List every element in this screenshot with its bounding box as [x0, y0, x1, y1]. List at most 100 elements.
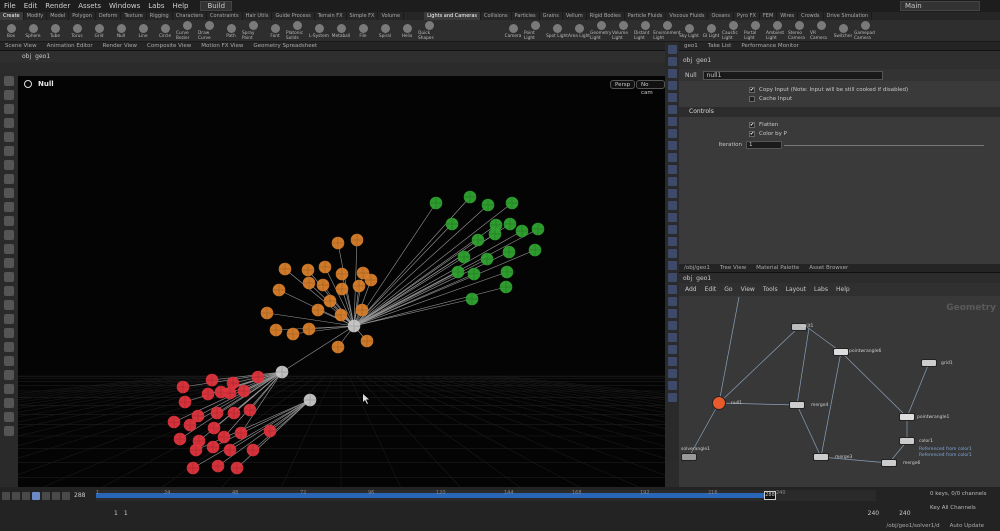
- shelf-tab[interactable]: Wires: [777, 12, 799, 20]
- shelf-tab[interactable]: Modify: [24, 12, 48, 20]
- shelf-tool-geometry-light[interactable]: Geometry Light: [590, 21, 612, 41]
- path-obj[interactable]: obj: [22, 53, 31, 60]
- cache-input-toggle[interactable]: Cache Input: [749, 94, 1000, 103]
- timeline-track[interactable]: 1 24 48 72 96 120 144 168 192 216 240 288: [96, 490, 876, 501]
- display-option-icon[interactable]: [667, 309, 677, 318]
- menu-render[interactable]: Render: [41, 2, 74, 10]
- shelf-tab[interactable]: FEM: [760, 12, 778, 20]
- node-pwrangle2[interactable]: [899, 413, 915, 421]
- controls-section[interactable]: Controls: [679, 107, 1000, 117]
- viewport-tool-icon[interactable]: [4, 258, 14, 268]
- display-option-icon[interactable]: [667, 369, 677, 378]
- viewport-tool-icon[interactable]: [4, 398, 14, 408]
- shelf-tool-tube[interactable]: Tube: [44, 23, 66, 39]
- tab-material-palette[interactable]: Material Palette: [751, 264, 804, 272]
- persp-menu[interactable]: Persp: [610, 80, 636, 89]
- shelf-tool-curve-bezier[interactable]: Curve Bezier: [176, 21, 198, 41]
- display-option-icon[interactable]: [667, 201, 677, 210]
- shelf-tool-spot-light[interactable]: Spot Light: [546, 23, 568, 39]
- display-option-icon[interactable]: [667, 81, 677, 90]
- viewport-tool-icon[interactable]: [4, 426, 14, 436]
- shelf-tool-file[interactable]: File: [352, 23, 374, 39]
- shelf-tool-area-light[interactable]: Area Light: [568, 23, 590, 39]
- display-option-icon[interactable]: [667, 285, 677, 294]
- viewport-tool-icon[interactable]: [4, 356, 14, 366]
- playhead[interactable]: 288: [764, 491, 776, 500]
- shelf-tool-path[interactable]: Path: [220, 23, 242, 39]
- display-option-icon[interactable]: [667, 57, 677, 66]
- tab-motion-fx-view[interactable]: Motion FX View: [196, 42, 248, 50]
- node-merge3[interactable]: [813, 453, 829, 461]
- viewport-tool-icon[interactable]: [4, 76, 14, 86]
- viewport-tool-icon[interactable]: [4, 328, 14, 338]
- display-option-icon[interactable]: [667, 261, 677, 270]
- display-option-icon[interactable]: [667, 141, 677, 150]
- shelf-tool-vr-camera[interactable]: VR Camera: [810, 21, 832, 41]
- checkbox-icon[interactable]: ✔: [749, 86, 755, 93]
- shelf-tab[interactable]: Characters: [173, 12, 208, 20]
- shelf-tab[interactable]: Rigging: [147, 12, 173, 20]
- display-option-icon[interactable]: [667, 393, 677, 402]
- shelf-tool-environment-light[interactable]: Environment Light: [653, 21, 681, 41]
- display-option-icon[interactable]: [667, 297, 677, 306]
- path-geo1[interactable]: geo1: [696, 275, 711, 282]
- node-color[interactable]: [899, 437, 915, 445]
- path-obj[interactable]: obj: [683, 275, 692, 282]
- node-pointwrangle[interactable]: [833, 348, 849, 356]
- checkbox-icon[interactable]: ✔: [749, 121, 755, 128]
- shelf-tool-gamepad-camera[interactable]: Gamepad Camera: [854, 21, 876, 41]
- shelf-tool-l-system[interactable]: L-System: [308, 23, 330, 39]
- shelf-tab[interactable]: Lights and Cameras: [424, 12, 481, 20]
- viewport-tool-icon[interactable]: [4, 412, 14, 422]
- viewport-tool-icon[interactable]: [4, 104, 14, 114]
- checkbox-icon[interactable]: ✔: [749, 130, 755, 137]
- shelf-tool-spray-paint[interactable]: Spray Paint: [242, 21, 264, 41]
- viewport-tool-icon[interactable]: [4, 342, 14, 352]
- display-option-icon[interactable]: [667, 177, 677, 186]
- display-option-icon[interactable]: [667, 381, 677, 390]
- shelf-tool-stereo-camera[interactable]: Stereo Camera: [788, 21, 810, 41]
- shelf-tab[interactable]: Rigid Bodies: [587, 12, 625, 20]
- shelf-tool-gi-light[interactable]: GI Light: [700, 23, 722, 39]
- display-option-icon[interactable]: [667, 129, 677, 138]
- shelf-tool-sky-light[interactable]: Sky Light: [678, 23, 700, 39]
- stop-icon[interactable]: [32, 491, 40, 500]
- desktop-selector[interactable]: Build: [200, 1, 233, 11]
- jump-start-icon[interactable]: [2, 491, 10, 500]
- auto-update-menu[interactable]: Auto Update: [950, 523, 984, 529]
- tab-take-list[interactable]: Take List: [703, 42, 737, 50]
- menu-windows[interactable]: Windows: [105, 2, 144, 10]
- display-option-icon[interactable]: [667, 45, 677, 54]
- viewport-tool-icon[interactable]: [4, 90, 14, 100]
- shelf-tool-null[interactable]: Null: [110, 23, 132, 39]
- menu-labs[interactable]: Labs: [144, 2, 168, 10]
- shelf-tool-circle[interactable]: Circle: [154, 23, 176, 39]
- viewport-tool-icon[interactable]: [4, 370, 14, 380]
- jump-end-icon[interactable]: [62, 491, 70, 500]
- menu-assets[interactable]: Assets: [74, 2, 105, 10]
- shelf-tool-portal-light[interactable]: Portal Light: [744, 21, 766, 41]
- viewport-tool-icon[interactable]: [4, 146, 14, 156]
- viewport-tool-icon[interactable]: [4, 300, 14, 310]
- shelf-tool-font[interactable]: Font: [264, 23, 286, 39]
- node-null[interactable]: [712, 396, 726, 410]
- viewport-tool-icon[interactable]: [4, 202, 14, 212]
- tab-network[interactable]: /obj/geo1: [679, 264, 715, 272]
- shelf-tool-sphere[interactable]: Sphere: [22, 23, 44, 39]
- shelf-tab[interactable]: Create: [0, 12, 24, 20]
- shelf-tool-point-light[interactable]: Point Light: [524, 21, 546, 41]
- checkbox-icon[interactable]: [749, 95, 755, 102]
- shelf-tab[interactable]: Model: [47, 12, 70, 20]
- display-option-icon[interactable]: [667, 333, 677, 342]
- shelf-tool-helix[interactable]: Helix: [396, 23, 418, 39]
- tab-tree-view[interactable]: Tree View: [715, 264, 751, 272]
- shelf-tab[interactable]: Guide Process: [272, 12, 315, 20]
- shelf-tab[interactable]: Crowds: [798, 12, 824, 20]
- shelf-tool-line[interactable]: Line: [132, 23, 154, 39]
- viewport-tool-icon[interactable]: [4, 286, 14, 296]
- menu-edit[interactable]: Edit: [705, 286, 717, 293]
- shelf-tab[interactable]: Grains: [540, 12, 563, 20]
- display-option-icon[interactable]: [667, 213, 677, 222]
- shelf-tab[interactable]: Drive Simulation: [824, 12, 873, 20]
- play-back-icon[interactable]: [22, 491, 30, 500]
